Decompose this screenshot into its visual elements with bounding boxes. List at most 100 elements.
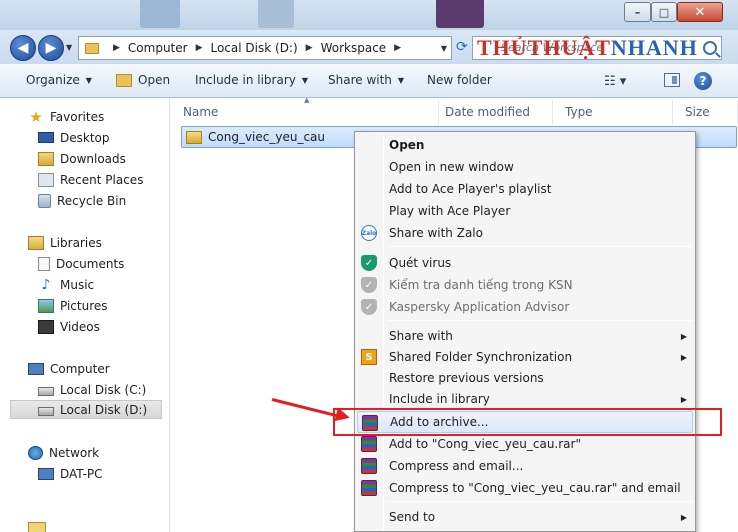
sidebar-item-desktop[interactable]: Desktop bbox=[38, 128, 110, 147]
help-icon[interactable]: ? bbox=[694, 72, 712, 90]
sidebar-item-label: Favorites bbox=[50, 109, 105, 124]
sidebar-item-libraries[interactable]: Libraries bbox=[28, 233, 102, 252]
menu-item-play-with-ace-player[interactable]: Play with Ace Player bbox=[357, 200, 693, 222]
watermark-text-blue: NHANH bbox=[610, 35, 698, 60]
sidebar-item-recent-places[interactable]: Recent Places bbox=[38, 170, 143, 189]
sidebar-item-label: Recycle Bin bbox=[57, 193, 127, 208]
include-in-library-button[interactable]: Include in library ▼ bbox=[195, 73, 308, 87]
maximize-button[interactable]: □ bbox=[651, 2, 677, 22]
new-folder-label: New folder bbox=[427, 73, 492, 87]
breadcrumb-computer[interactable]: Computer bbox=[128, 41, 188, 55]
change-view-icon[interactable]: ☷ ▾ bbox=[604, 74, 626, 89]
chevron-right-icon[interactable]: ▶ bbox=[394, 43, 401, 53]
sidebar-item-recycle-bin[interactable]: Recycle Bin bbox=[38, 191, 126, 210]
network-icon bbox=[28, 445, 43, 460]
column-header-size[interactable]: Size bbox=[673, 100, 738, 124]
menu-item-label: Add to "Cong_viec_yeu_cau.rar" bbox=[389, 437, 581, 451]
sidebar-item-pictures[interactable]: Pictures bbox=[38, 296, 108, 315]
close-icon: ✕ bbox=[694, 4, 706, 20]
sidebar-item-label: Desktop bbox=[60, 130, 110, 145]
submenu-arrow-icon: ▶ bbox=[680, 352, 687, 362]
watermark-text-red: THỦTHUẬT bbox=[477, 35, 611, 60]
close-button[interactable]: ✕ bbox=[677, 2, 723, 22]
menu-item-restore-previous-versions[interactable]: Restore previous versions bbox=[357, 367, 693, 389]
zalo-icon: Zalo bbox=[361, 225, 377, 241]
search-input[interactable]: Search Workspace THỦTHUẬTNHANH bbox=[472, 35, 722, 60]
winrar-icon bbox=[361, 458, 377, 474]
hard-disk-icon bbox=[38, 406, 54, 416]
sidebar-item-label: Libraries bbox=[50, 235, 102, 250]
submenu-arrow-icon: ▶ bbox=[680, 512, 687, 522]
refresh-icon[interactable]: ⟳ bbox=[456, 40, 470, 54]
sidebar-item-videos[interactable]: Videos bbox=[38, 317, 100, 336]
recent-pages-dropdown-icon[interactable]: ▼ bbox=[66, 43, 72, 52]
desktop-icon bbox=[38, 132, 54, 143]
chevron-right-icon[interactable]: ▶ bbox=[306, 43, 313, 53]
sidebar-item-label: Pictures bbox=[60, 298, 108, 313]
sidebar-item-label: Music bbox=[60, 277, 95, 292]
kaspersky-shield-icon: ✓ bbox=[361, 277, 377, 293]
chevron-down-icon: ▼ bbox=[397, 75, 405, 85]
column-header-name[interactable]: ▲ Name bbox=[171, 96, 439, 124]
maximize-icon: □ bbox=[658, 5, 670, 19]
breadcrumb: ▶ Computer ▶ Local Disk (D:) ▶ Workspace… bbox=[105, 41, 409, 55]
recycle-bin-icon bbox=[38, 193, 51, 208]
chevron-down-icon: ▼ bbox=[301, 75, 309, 85]
kaspersky-shield-icon: ✓ bbox=[361, 299, 377, 315]
column-header-date-modified[interactable]: Date modified bbox=[433, 100, 553, 124]
new-folder-button[interactable]: New folder bbox=[427, 73, 492, 87]
menu-item-compress-to-rar-and-email[interactable]: Compress to "Cong_viec_yeu_cau.rar" and … bbox=[357, 477, 693, 499]
menu-item-share-with[interactable]: Share with ▶ bbox=[357, 325, 693, 347]
chevron-right-icon[interactable]: ▶ bbox=[113, 43, 120, 53]
search-icon[interactable] bbox=[703, 41, 717, 55]
sidebar-item-favorites[interactable]: ★ Favorites bbox=[28, 107, 104, 126]
chevron-right-icon[interactable]: ▶ bbox=[196, 43, 203, 53]
title-decoration-1 bbox=[140, 0, 180, 28]
breadcrumb-workspace[interactable]: Workspace bbox=[321, 41, 387, 55]
breadcrumb-local-disk-d[interactable]: Local Disk (D:) bbox=[211, 41, 298, 55]
menu-item-label: Add to Ace Player's playlist bbox=[389, 182, 552, 196]
open-button[interactable]: Open bbox=[116, 73, 170, 87]
menu-item-add-to-ace-player-playlist[interactable]: Add to Ace Player's playlist bbox=[357, 178, 693, 200]
annotation-highlight-box bbox=[333, 408, 722, 436]
forward-button[interactable]: ▶ bbox=[38, 35, 64, 61]
sidebar-item-label: Local Disk (C:) bbox=[60, 382, 147, 397]
back-button[interactable]: ◀ bbox=[10, 35, 36, 61]
menu-item-label: Share with bbox=[389, 329, 453, 343]
context-menu: Open Open in new window Add to Ace Playe… bbox=[354, 131, 696, 532]
winrar-icon bbox=[361, 436, 377, 452]
menu-item-open[interactable]: Open bbox=[357, 134, 693, 156]
preview-pane-icon[interactable] bbox=[664, 73, 680, 87]
menu-item-kaspersky-application-advisor: ✓ Kaspersky Application Advisor bbox=[357, 296, 693, 318]
menu-separator bbox=[387, 320, 693, 321]
sidebar-item-network[interactable]: Network bbox=[28, 443, 99, 462]
hard-disk-icon bbox=[38, 386, 54, 396]
menu-item-compress-and-email[interactable]: Compress and email... bbox=[357, 455, 693, 477]
sidebar-item-documents[interactable]: Documents bbox=[38, 254, 124, 273]
sidebar-item-dat-pc[interactable]: DAT-PC bbox=[38, 464, 102, 483]
menu-item-label: Shared Folder Synchronization bbox=[389, 350, 573, 364]
sidebar-item-music[interactable]: ♪ Music bbox=[38, 275, 95, 294]
share-with-button[interactable]: Share with ▼ bbox=[328, 73, 404, 87]
film-icon bbox=[38, 319, 54, 334]
menu-item-open-in-new-window[interactable]: Open in new window bbox=[357, 156, 693, 178]
sidebar-item-local-disk-c[interactable]: Local Disk (C:) bbox=[38, 380, 146, 399]
sidebar-item-label: Documents bbox=[56, 256, 125, 271]
documents-icon bbox=[38, 256, 50, 271]
minimize-button[interactable]: – bbox=[624, 2, 651, 22]
column-header-type[interactable]: Type bbox=[553, 100, 673, 124]
sidebar-item-downloads[interactable]: Downloads bbox=[38, 149, 126, 168]
address-bar[interactable]: ▶ Computer ▶ Local Disk (D:) ▶ Workspace… bbox=[78, 36, 452, 60]
sidebar-item-local-disk-d[interactable]: Local Disk (D:) bbox=[10, 400, 162, 419]
menu-item-shared-folder-synchronization[interactable]: S Shared Folder Synchronization ▶ bbox=[357, 346, 693, 368]
menu-item-quet-virus[interactable]: ✓ Quét virus bbox=[357, 252, 693, 274]
navigation-bar: ◀ ▶ ▼ ▶ Computer ▶ Local Disk (D:) ▶ Wor… bbox=[0, 30, 738, 64]
organize-button[interactable]: Organize ▼ bbox=[26, 73, 92, 87]
menu-item-include-in-library[interactable]: Include in library ▶ bbox=[357, 388, 693, 410]
menu-item-add-to-rar[interactable]: Add to "Cong_viec_yeu_cau.rar" bbox=[357, 433, 693, 455]
address-dropdown-icon[interactable]: ▼ bbox=[441, 44, 447, 53]
menu-item-send-to[interactable]: Send to ▶ bbox=[357, 506, 693, 528]
menu-item-share-with-zalo[interactable]: Zalo Share with Zalo bbox=[357, 222, 693, 244]
sidebar-item-computer[interactable]: Computer bbox=[28, 359, 110, 378]
menu-item-label: Kaspersky Application Advisor bbox=[389, 300, 570, 314]
